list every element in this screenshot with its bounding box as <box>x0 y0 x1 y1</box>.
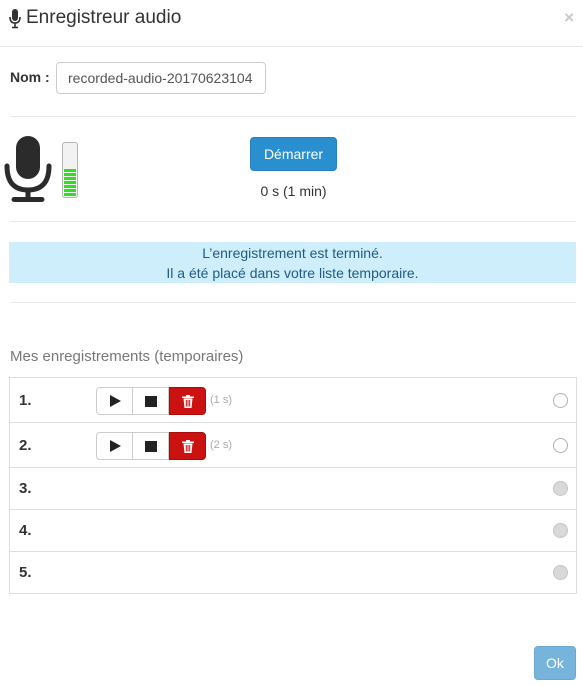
table-row: 3. <box>10 468 576 510</box>
select-radio[interactable] <box>553 437 568 453</box>
select-radio <box>553 481 568 496</box>
trash-icon <box>182 394 194 408</box>
table-row: 1. (1 s) <box>10 378 576 423</box>
microphone-icon <box>9 9 21 29</box>
play-icon <box>110 394 121 407</box>
level-segment <box>64 189 76 192</box>
table-row: 5. <box>10 552 576 593</box>
divider <box>10 116 576 117</box>
close-icon[interactable]: × <box>564 8 574 28</box>
recording-duration: (1 s) <box>210 393 232 406</box>
row-number: 2. <box>19 436 32 454</box>
play-icon <box>110 439 121 452</box>
level-segment <box>64 193 76 196</box>
level-meter <box>62 142 78 198</box>
row-number: 3. <box>19 480 32 497</box>
timer-text: 0 s (1 min) <box>260 183 327 199</box>
trash-icon <box>182 439 194 453</box>
recordings-title: Mes enregistrements (temporaires) <box>10 348 244 365</box>
dialog-header: Enregistreur audio × <box>0 0 583 47</box>
divider <box>10 221 576 222</box>
level-segment <box>64 177 76 180</box>
level-meter-fill <box>64 167 76 196</box>
stop-icon <box>145 395 157 407</box>
stop-button[interactable] <box>132 386 169 415</box>
play-button[interactable] <box>96 386 133 415</box>
ok-button[interactable]: Ok <box>534 646 576 680</box>
select-radio <box>553 523 568 538</box>
alert-line-1: L’enregistrement est terminé. <box>202 245 383 261</box>
select-radio <box>553 564 568 580</box>
level-segment <box>64 169 76 172</box>
play-button[interactable] <box>96 431 133 460</box>
microphone-icon <box>4 136 52 202</box>
stop-button[interactable] <box>132 431 169 460</box>
name-input[interactable]: recorded-audio-20170623104 <box>56 62 266 94</box>
row-number: 4. <box>19 522 32 539</box>
table-row: 4. <box>10 510 576 552</box>
start-button[interactable]: Démarrer <box>250 137 337 171</box>
name-label: Nom : <box>10 69 50 85</box>
table-row: 2. (2 s) <box>10 423 576 468</box>
level-segment <box>64 181 76 184</box>
level-segment <box>64 185 76 188</box>
alert-line-2: Il a été placé dans votre liste temporai… <box>166 265 419 281</box>
select-radio[interactable] <box>553 392 568 408</box>
delete-button[interactable] <box>169 386 206 415</box>
row-number: 1. <box>19 391 32 409</box>
divider <box>10 302 576 303</box>
status-alert: L’enregistrement est terminé. Il a été p… <box>9 242 576 283</box>
dialog-title: Enregistreur audio <box>26 7 182 28</box>
level-segment <box>64 173 76 176</box>
name-row: Nom : recorded-audio-20170623104 <box>0 47 583 117</box>
recording-duration: (2 s) <box>210 438 232 451</box>
recordings-table: 1. (1 s) 2. (2 s) 3. 4. 5. <box>9 377 577 594</box>
row-number: 5. <box>19 563 32 581</box>
stop-icon <box>145 440 157 452</box>
delete-button[interactable] <box>169 431 206 460</box>
